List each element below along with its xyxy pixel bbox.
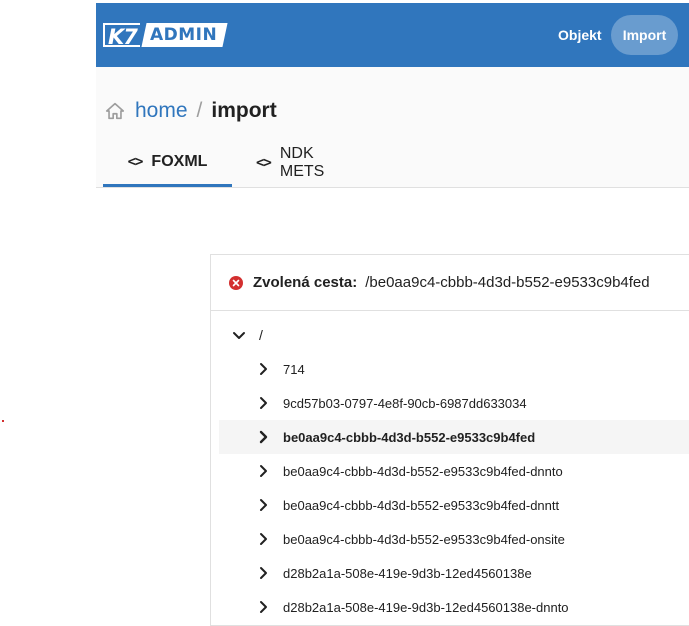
top-app-bar: K7 ADMIN Objekt Import (96, 3, 689, 67)
tree-item-label: 9cd57b03-0797-4e8f-90cb-6987dd633034 (283, 395, 527, 411)
chevron-right-icon[interactable] (255, 497, 271, 513)
logo-admin-text: ADMIN (149, 25, 218, 45)
tree-item-selected[interactable]: be0aa9c4-cbbb-4d3d-b552-e9533c9b4fed (219, 420, 689, 454)
nav-import-button[interactable]: Import (611, 15, 678, 55)
tree-item[interactable]: d28b2a1a-508e-419e-9d3b-12ed4560138e (219, 556, 689, 590)
tree-root-label: / (259, 327, 263, 343)
tree-item-label: d28b2a1a-508e-419e-9d3b-12ed4560138e (283, 565, 532, 581)
selected-path-value: /be0aa9c4-cbbb-4d3d-b552-e9533c9b4fed (365, 274, 650, 291)
code-icon: <> (256, 155, 272, 171)
tree-item-label: 714 (283, 361, 305, 377)
tree-item[interactable]: be0aa9c4-cbbb-4d3d-b552-e9533c9b4fed-dnn… (219, 454, 689, 488)
page-subheader: home / import <> FOXML <> NDK METS (96, 67, 689, 188)
tree-item[interactable]: be0aa9c4-cbbb-4d3d-b552-e9533c9b4fed-dnn… (219, 488, 689, 522)
import-folder-panel: Zvolená cesta: /be0aa9c4-cbbb-4d3d-b552-… (210, 254, 689, 626)
chevron-right-icon[interactable] (255, 565, 271, 581)
tree-item-label: be0aa9c4-cbbb-4d3d-b552-e9533c9b4fed-ons… (283, 531, 565, 547)
k7-admin-logo[interactable]: K7 ADMIN (103, 23, 228, 49)
tab-ndk-mets[interactable]: <> NDK METS (256, 139, 362, 187)
tree-root-node[interactable]: / (231, 323, 263, 347)
tree-item-label: d28b2a1a-508e-419e-9d3b-12ed4560138e-dnn… (283, 599, 569, 615)
chevron-right-icon[interactable] (255, 599, 271, 615)
chevron-right-icon[interactable] (255, 429, 271, 445)
tree-item-label: be0aa9c4-cbbb-4d3d-b552-e9533c9b4fed-dnn… (283, 497, 560, 513)
chevron-right-icon[interactable] (255, 361, 271, 377)
error-icon (229, 275, 243, 290)
chevron-down-icon[interactable] (231, 327, 247, 343)
logo-k7-mark: K7 (103, 23, 140, 49)
nav-objekt-button[interactable]: Objekt (548, 15, 612, 55)
tree-item[interactable]: d28b2a1a-508e-419e-9d3b-12ed4560138e-dnn… (219, 590, 689, 624)
stray-dot (2, 420, 4, 422)
tree-item[interactable]: be0aa9c4-cbbb-4d3d-b552-e9533c9b4fed-ons… (219, 522, 689, 556)
home-icon[interactable] (104, 100, 126, 122)
breadcrumb: home / import (104, 98, 277, 124)
breadcrumb-separator: / (196, 99, 203, 122)
tree-item-label: be0aa9c4-cbbb-4d3d-b552-e9533c9b4fed (283, 429, 536, 445)
tree-item[interactable]: 714 (219, 352, 689, 386)
code-icon: <> (127, 153, 144, 170)
tab-foxml-label: FOXML (151, 152, 208, 170)
chevron-right-icon[interactable] (255, 395, 271, 411)
selected-path-label: Zvolená cesta: (253, 274, 358, 291)
tab-ndk-mets-label: NDK METS (279, 145, 325, 180)
selected-path-header: Zvolená cesta: /be0aa9c4-cbbb-4d3d-b552-… (211, 255, 689, 311)
tree-item[interactable]: 9cd57b03-0797-4e8f-90cb-6987dd633034 (219, 386, 689, 420)
breadcrumb-current: import (211, 99, 277, 122)
tab-foxml[interactable]: <> FOXML (103, 139, 232, 187)
chevron-right-icon[interactable] (255, 531, 271, 547)
chevron-right-icon[interactable] (255, 463, 271, 479)
breadcrumb-home-link[interactable]: home (135, 99, 188, 123)
tree-item-label: be0aa9c4-cbbb-4d3d-b552-e9533c9b4fed-dnn… (283, 463, 563, 479)
logo-admin-badge: ADMIN (141, 23, 228, 47)
